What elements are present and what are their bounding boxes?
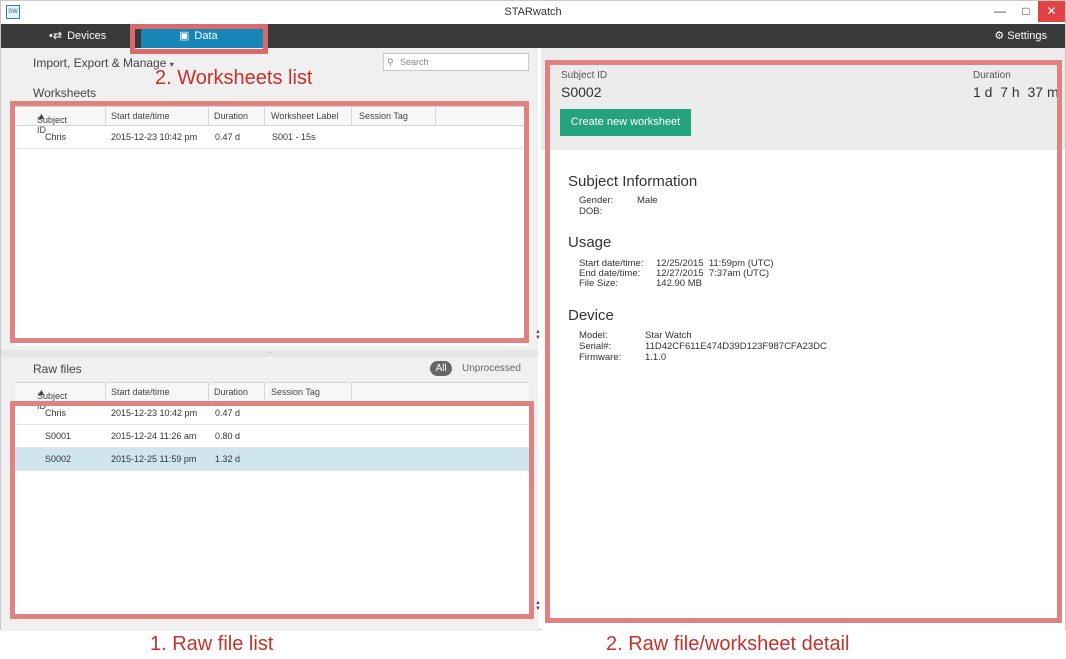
window-title: STARwatch bbox=[504, 6, 562, 18]
annotation-detail: 2. Raw file/worksheet detail bbox=[606, 633, 850, 655]
settings-label: Settings bbox=[1007, 30, 1047, 42]
import-export-label: Import, Export & Manage bbox=[33, 56, 167, 70]
raw-files-highlight bbox=[10, 401, 534, 619]
col-subject-id[interactable]: Subject ID ▲ bbox=[37, 387, 67, 411]
maximize-button[interactable]: □ bbox=[1012, 1, 1040, 22]
data-tab-highlight bbox=[130, 24, 268, 54]
close-button[interactable]: ✕ bbox=[1038, 1, 1065, 22]
search-placeholder: Search bbox=[400, 57, 429, 67]
title-bar: SW STARwatch — □ ✕ bbox=[1, 1, 1065, 24]
col-duration[interactable]: Duration bbox=[214, 387, 248, 397]
annotation-worksheets-list: 2. Worksheets list bbox=[155, 67, 313, 89]
splitter-handle[interactable]: ··· bbox=[1, 350, 538, 357]
minimize-button[interactable]: — bbox=[986, 1, 1014, 22]
filter-unprocessed-button[interactable]: Unprocessed bbox=[462, 361, 521, 376]
filter-all-button[interactable]: All bbox=[430, 361, 452, 376]
col-session-tag[interactable]: Session Tag bbox=[271, 387, 320, 397]
search-icon: ⚲ bbox=[387, 57, 394, 67]
raw-files-title: Raw files bbox=[33, 362, 82, 376]
import-export-menu[interactable]: Import, Export & Manage ▾ bbox=[33, 56, 174, 70]
annotation-raw-file-list: 1. Raw file list bbox=[150, 633, 274, 655]
tab-devices[interactable]: •⇄ Devices bbox=[49, 24, 129, 48]
detail-highlight bbox=[545, 60, 1062, 623]
col-start[interactable]: Start date/time bbox=[111, 387, 170, 397]
settings-button[interactable]: ⚙ Settings bbox=[994, 24, 1047, 48]
usb-icon: •⇄ bbox=[49, 30, 63, 42]
tab-devices-label: Devices bbox=[67, 30, 107, 42]
search-input[interactable]: ⚲ Search bbox=[383, 53, 529, 71]
worksheets-list-highlight bbox=[10, 101, 529, 343]
raw-files-header: Subject ID ▲ Start date/time Duration Se… bbox=[15, 383, 529, 411]
worksheets-title: Worksheets bbox=[33, 86, 97, 100]
gear-icon: ⚙ bbox=[994, 30, 1005, 42]
